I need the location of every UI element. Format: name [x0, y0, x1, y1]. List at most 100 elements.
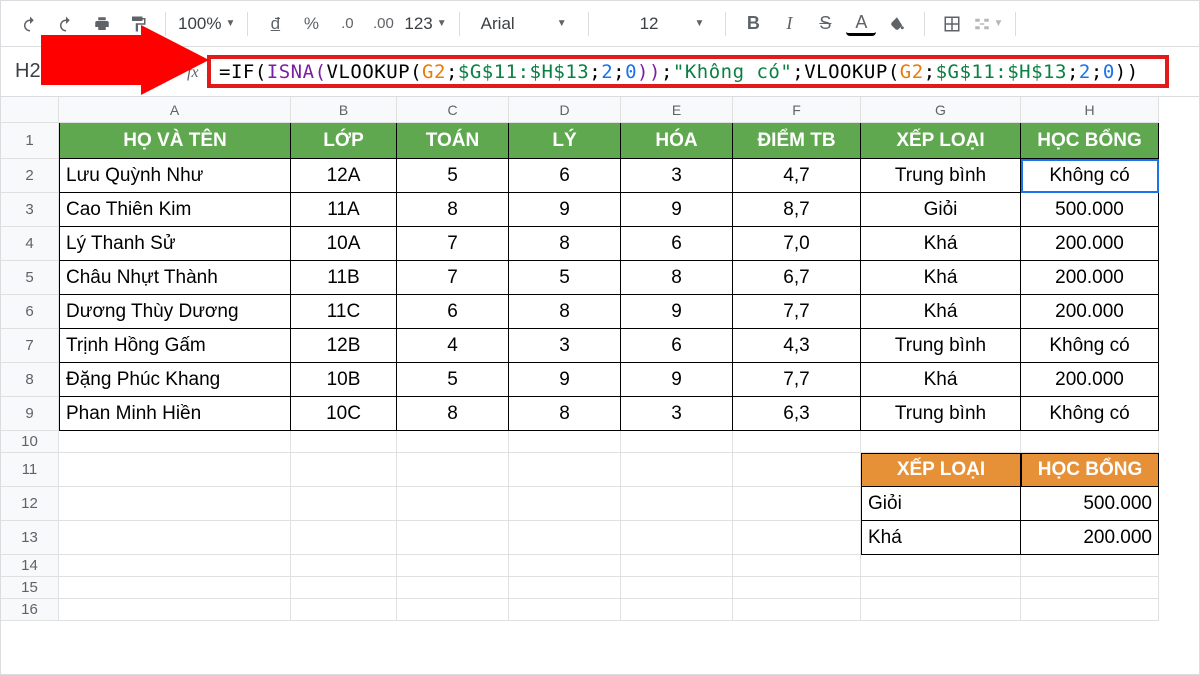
cell[interactable]: [733, 431, 861, 453]
cell[interactable]: 3: [621, 397, 733, 431]
row-header-3[interactable]: 3: [1, 193, 59, 227]
cell[interactable]: [59, 431, 291, 453]
cell[interactable]: 200.000: [1021, 261, 1159, 295]
header-cell[interactable]: ĐIỂM TB: [733, 123, 861, 159]
cell[interactable]: [733, 599, 861, 621]
cell[interactable]: Trịnh Hồng Gấm: [59, 329, 291, 363]
cell[interactable]: [1021, 577, 1159, 599]
increase-decimal-button[interactable]: .00: [368, 9, 398, 39]
cell[interactable]: 200.000: [1021, 227, 1159, 261]
cell[interactable]: 3: [621, 159, 733, 193]
header-cell[interactable]: LỚP: [291, 123, 397, 159]
col-header-A[interactable]: A: [59, 97, 291, 123]
row-header-5[interactable]: 5: [1, 261, 59, 295]
text-color-button[interactable]: A: [846, 12, 876, 36]
cell[interactable]: [397, 555, 509, 577]
cell[interactable]: [733, 521, 861, 555]
col-header-D[interactable]: D: [509, 97, 621, 123]
cell[interactable]: 200.000: [1021, 295, 1159, 329]
cell[interactable]: 7,7: [733, 363, 861, 397]
row-header-14[interactable]: 14: [1, 555, 59, 577]
fill-color-button[interactable]: [882, 9, 912, 39]
cell[interactable]: Phan Minh Hiền: [59, 397, 291, 431]
cell[interactable]: [59, 577, 291, 599]
cell[interactable]: [59, 599, 291, 621]
cell[interactable]: Không có: [1021, 159, 1159, 193]
cell[interactable]: Trung bình: [861, 397, 1021, 431]
cell[interactable]: 6: [397, 295, 509, 329]
header-cell[interactable]: HỌC BỔNG: [1021, 123, 1159, 159]
cell[interactable]: 6: [621, 227, 733, 261]
cell[interactable]: 4,7: [733, 159, 861, 193]
cell[interactable]: [621, 577, 733, 599]
row-header-10[interactable]: 10: [1, 431, 59, 453]
cell[interactable]: 6,7: [733, 261, 861, 295]
col-header-E[interactable]: E: [621, 97, 733, 123]
cell[interactable]: [509, 431, 621, 453]
cell[interactable]: 11C: [291, 295, 397, 329]
cell[interactable]: 9: [621, 193, 733, 227]
cell[interactable]: [509, 487, 621, 521]
col-header-F[interactable]: F: [733, 97, 861, 123]
header-cell[interactable]: XẾP LOẠI: [861, 123, 1021, 159]
cell[interactable]: 9: [509, 363, 621, 397]
cell[interactable]: [509, 555, 621, 577]
cell[interactable]: [397, 487, 509, 521]
cell[interactable]: [861, 577, 1021, 599]
cell[interactable]: [621, 431, 733, 453]
cell[interactable]: [1021, 555, 1159, 577]
italic-button[interactable]: I: [774, 9, 804, 39]
cell[interactable]: 8,7: [733, 193, 861, 227]
cell[interactable]: 8: [509, 295, 621, 329]
cell[interactable]: 5: [397, 363, 509, 397]
decrease-decimal-button[interactable]: .0: [332, 9, 362, 39]
cell[interactable]: [861, 431, 1021, 453]
cell[interactable]: Khá: [861, 295, 1021, 329]
formula-bar[interactable]: = IF ( ISNA ( VLOOKUP ( G2 ; $G$11:$H$13…: [207, 55, 1169, 88]
select-all-corner[interactable]: [1, 97, 59, 123]
col-header-H[interactable]: H: [1021, 97, 1159, 123]
cell[interactable]: Giỏi: [861, 193, 1021, 227]
cell[interactable]: [291, 521, 397, 555]
lookup-header-cell[interactable]: XẾP LOẠI: [861, 453, 1021, 487]
cell[interactable]: 7,7: [733, 295, 861, 329]
cell[interactable]: 200.000: [1021, 363, 1159, 397]
cell[interactable]: 8: [509, 397, 621, 431]
header-cell[interactable]: HỌ VÀ TÊN: [59, 123, 291, 159]
cell[interactable]: Không có: [1021, 329, 1159, 363]
cell[interactable]: [621, 521, 733, 555]
cell[interactable]: 8: [621, 261, 733, 295]
cell[interactable]: [397, 577, 509, 599]
cell[interactable]: Lý Thanh Sử: [59, 227, 291, 261]
cell[interactable]: 7,0: [733, 227, 861, 261]
cell[interactable]: 9: [509, 193, 621, 227]
cell[interactable]: 3: [509, 329, 621, 363]
header-cell[interactable]: LÝ: [509, 123, 621, 159]
cell[interactable]: 6,3: [733, 397, 861, 431]
row-header-11[interactable]: 11: [1, 453, 59, 487]
cell[interactable]: [291, 555, 397, 577]
font-family-dropdown[interactable]: Arial▼: [472, 10, 576, 38]
cell[interactable]: Trung bình: [861, 159, 1021, 193]
lookup-header-cell[interactable]: HỌC BỔNG: [1021, 453, 1159, 487]
cell[interactable]: [397, 431, 509, 453]
cell[interactable]: Dương Thùy Dương: [59, 295, 291, 329]
strikethrough-button[interactable]: S: [810, 9, 840, 39]
cell[interactable]: 8: [509, 227, 621, 261]
row-header-12[interactable]: 12: [1, 487, 59, 521]
cell[interactable]: 6: [509, 159, 621, 193]
cell[interactable]: Khá: [861, 363, 1021, 397]
cell[interactable]: Cao Thiên Kim: [59, 193, 291, 227]
cell[interactable]: 10B: [291, 363, 397, 397]
cell[interactable]: [397, 599, 509, 621]
cell[interactable]: [861, 599, 1021, 621]
row-header-9[interactable]: 9: [1, 397, 59, 431]
cell[interactable]: 5: [509, 261, 621, 295]
cell[interactable]: 12B: [291, 329, 397, 363]
cell[interactable]: 11A: [291, 193, 397, 227]
row-header-7[interactable]: 7: [1, 329, 59, 363]
cell[interactable]: [1021, 599, 1159, 621]
cell[interactable]: 6: [621, 329, 733, 363]
cell[interactable]: 7: [397, 227, 509, 261]
cell[interactable]: Không có: [1021, 397, 1159, 431]
